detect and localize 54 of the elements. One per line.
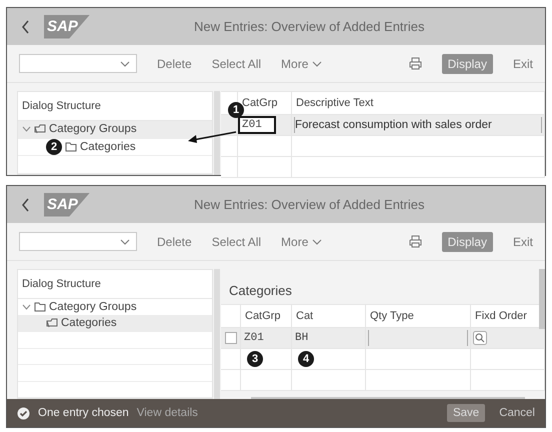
toolbar-link[interactable]: Delete	[157, 56, 192, 70]
scrollbar[interactable]	[539, 269, 545, 329]
window-title: New Entries: Overview of Added Entries	[194, 197, 424, 212]
printer-icon[interactable]	[408, 235, 422, 248]
tree-item[interactable]: Category Groups	[18, 121, 212, 139]
display-button[interactable]: Display	[442, 54, 493, 74]
back-icon[interactable]	[21, 198, 30, 212]
cancel-button[interactable]: Cancel	[499, 407, 535, 419]
input-field[interactable]: Forecast consumption with sales order	[294, 117, 542, 133]
check-circle-icon	[17, 406, 30, 420]
callout-marker: 2	[46, 139, 62, 155]
logo: SAP	[44, 192, 90, 216]
toolbar-link[interactable]: Delete	[157, 234, 192, 248]
tree-label: Categories	[80, 141, 136, 153]
chevron-down-icon[interactable]	[120, 60, 130, 66]
toolbar-link[interactable]: Exit	[512, 56, 533, 70]
display-button[interactable]: Display	[442, 232, 493, 252]
back-icon[interactable]	[21, 20, 30, 34]
open-folder-icon	[34, 124, 46, 134]
tree-label: Categories	[61, 317, 117, 330]
tree-label: Category Groups	[49, 123, 137, 136]
folder-icon	[34, 302, 46, 312]
folder-icon	[65, 142, 77, 152]
tree-label: Category Groups	[49, 300, 137, 313]
status-message: One entry chosen	[38, 407, 129, 419]
printer-icon[interactable]	[408, 57, 422, 70]
scrollbar[interactable]	[251, 397, 525, 399]
callout-marker: 1	[228, 102, 244, 118]
expanded-chevron-icon[interactable]	[22, 304, 31, 310]
save-button[interactable]: Save	[446, 404, 486, 422]
more-menu[interactable]: More	[281, 56, 322, 70]
dropdown-field[interactable]	[19, 54, 137, 73]
row-checkbox[interactable]	[225, 332, 237, 344]
value-help-icon[interactable]	[473, 331, 487, 345]
open-folder-icon	[46, 318, 58, 328]
toolbar-link[interactable]: Exit	[512, 234, 533, 248]
cell-value: Z01	[238, 116, 276, 134]
window-title: New Entries: Overview of Added Entries	[194, 19, 424, 34]
table-title: Categories	[228, 282, 292, 300]
logo: SAP	[44, 14, 90, 38]
tree-item[interactable]: 2 Categories	[18, 138, 212, 156]
expanded-chevron-icon[interactable]	[22, 126, 31, 132]
toolbar-link[interactable]: Select All	[212, 234, 262, 248]
cell-value: BH	[294, 332, 310, 344]
chevron-down-icon[interactable]	[120, 238, 130, 244]
view-details-link[interactable]: View details	[136, 407, 198, 419]
dropdown-field[interactable]	[19, 232, 137, 251]
tree-item[interactable]: Category Groups	[18, 299, 212, 316]
chevron-down-icon	[312, 238, 322, 244]
more-menu[interactable]: More	[281, 234, 322, 248]
chevron-down-icon	[312, 60, 322, 66]
cell-value: Z01	[243, 332, 265, 344]
toolbar-link[interactable]: Select All	[212, 56, 262, 70]
tree-item[interactable]: Categories	[18, 316, 212, 332]
